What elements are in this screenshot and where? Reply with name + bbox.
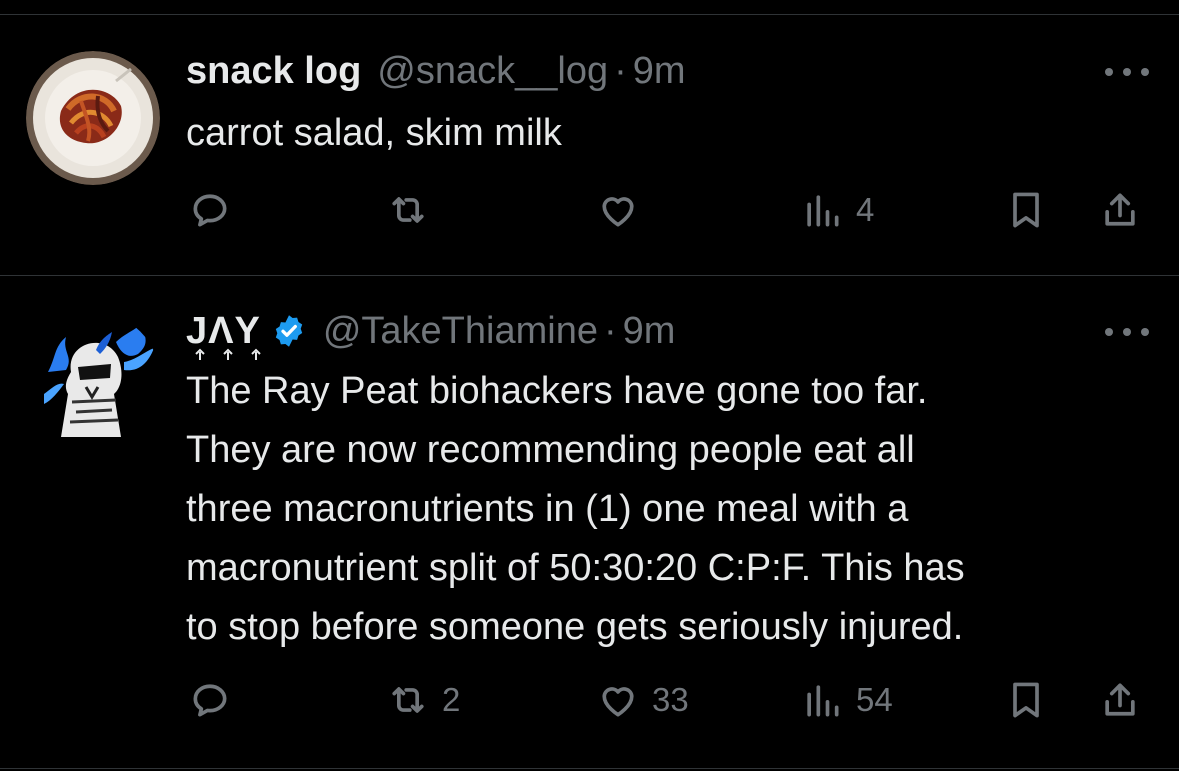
reply-button[interactable] xyxy=(188,676,244,724)
bookmark-button[interactable] xyxy=(1004,186,1048,234)
tweet-text: carrot salad, skim milk xyxy=(186,112,562,154)
armored-figure-blue-flames-avatar[interactable] xyxy=(26,312,160,446)
user-handle[interactable]: @snack__log xyxy=(377,48,608,94)
timestamp[interactable]: 9m xyxy=(623,308,676,354)
retweet-button[interactable] xyxy=(386,186,442,234)
carrot-salad-plate-avatar[interactable] xyxy=(26,51,160,185)
action-bar: 4 xyxy=(0,186,1179,234)
tweet-takethiamine[interactable]: JΛY @TakeThiamine · 9m The Ray Peat bioh… xyxy=(0,276,1179,771)
timestamp[interactable]: 9m xyxy=(633,48,686,94)
more-options-icon[interactable] xyxy=(1105,62,1149,82)
retweet-icon xyxy=(392,197,424,223)
share-button[interactable] xyxy=(1098,186,1142,234)
tweet-text-line: They are now recommending people eat all xyxy=(186,429,915,471)
retweet-count: 2 xyxy=(442,681,461,718)
share-button[interactable] xyxy=(1098,676,1142,724)
retweet-icon xyxy=(392,687,424,713)
heart-icon xyxy=(602,687,634,717)
separator: · xyxy=(614,50,627,92)
like-count: 33 xyxy=(652,681,689,718)
tweet-text-line: macronutrient split of 50:30:20 C:P:F. T… xyxy=(186,547,965,589)
separator: · xyxy=(603,310,617,352)
retweet-button[interactable]: 2 xyxy=(386,676,460,724)
timeline-feed: snack log @snack__log · 9m carrot salad,… xyxy=(0,0,1179,771)
verified-badge-icon[interactable] xyxy=(271,313,307,349)
tweet-header: snack log @snack__log · 9m xyxy=(186,48,686,94)
divider xyxy=(0,768,1179,769)
tweet-text-line: The Ray Peat biohackers have gone too fa… xyxy=(186,370,928,412)
reply-icon xyxy=(193,194,227,227)
views-count: 54 xyxy=(856,681,893,718)
bookmark-icon xyxy=(1013,682,1039,718)
reply-button[interactable] xyxy=(188,186,244,234)
views-button[interactable]: 4 xyxy=(800,186,874,234)
tweet-snack-log[interactable]: snack log @snack__log · 9m carrot salad,… xyxy=(0,0,1179,276)
tweet-text-line: three macronutrients in (1) one meal wit… xyxy=(186,488,909,530)
views-chart-icon xyxy=(807,685,839,717)
action-bar: 2 33 54 xyxy=(0,676,1179,724)
reply-icon xyxy=(193,684,227,717)
more-options-icon[interactable] xyxy=(1105,322,1149,342)
views-button[interactable]: 54 xyxy=(800,676,893,724)
share-icon xyxy=(1105,683,1135,716)
user-handle[interactable]: @TakeThiamine xyxy=(323,308,598,354)
display-name[interactable]: snack log xyxy=(186,48,361,94)
like-button[interactable] xyxy=(596,186,652,234)
display-name-text: JΛY xyxy=(186,310,261,352)
views-chart-icon xyxy=(807,195,839,227)
tweet-text: The Ray Peat biohackers have gone too fa… xyxy=(186,362,1146,657)
arrow-decoration-icon xyxy=(195,348,261,360)
views-count: 4 xyxy=(856,191,875,228)
tweet-header: JΛY @TakeThiamine · 9m xyxy=(186,308,676,360)
share-icon xyxy=(1105,193,1135,226)
bookmark-button[interactable] xyxy=(1004,676,1048,724)
like-button[interactable]: 33 xyxy=(596,676,689,724)
tweet-text-line: to stop before someone gets seriously in… xyxy=(186,606,964,648)
display-name[interactable]: JΛY xyxy=(186,308,261,360)
heart-icon xyxy=(602,197,634,227)
bookmark-icon xyxy=(1013,192,1039,228)
